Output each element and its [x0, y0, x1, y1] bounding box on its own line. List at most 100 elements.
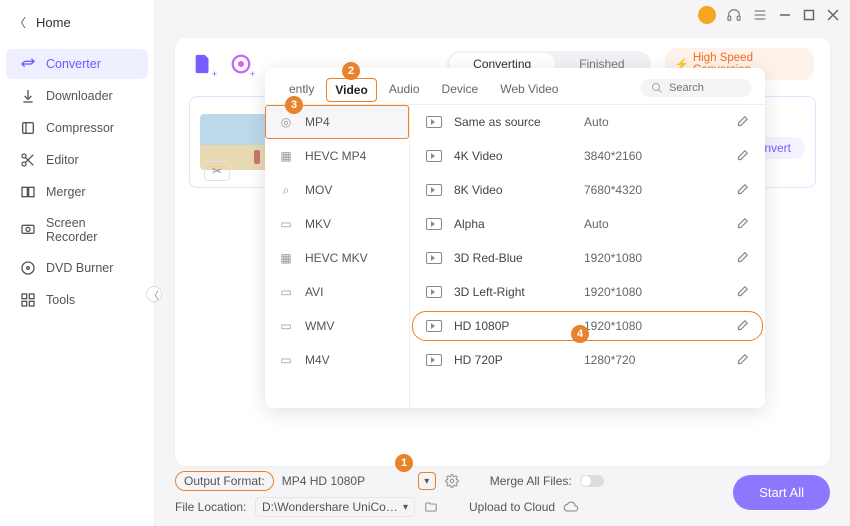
maximize-button[interactable]	[802, 8, 816, 22]
preset-hd-720p[interactable]: HD 720P1280*720	[410, 343, 765, 377]
file-location-label: File Location:	[175, 500, 247, 514]
sidebar-item-label: Converter	[46, 57, 101, 71]
format-search[interactable]	[641, 79, 751, 97]
format-m4v[interactable]: ▭M4V	[265, 343, 409, 377]
edit-icon[interactable]	[735, 285, 749, 299]
cloud-icon[interactable]	[563, 499, 579, 515]
popup-tabs: ently Video Audio Device Web Video	[265, 68, 765, 105]
merge-icon	[20, 184, 36, 200]
merge-label: Merge All Files:	[490, 474, 572, 488]
folder-icon[interactable]	[423, 500, 439, 514]
output-format-label: Output Format:	[175, 471, 274, 491]
video-icon	[426, 150, 442, 162]
preset-3d-red-blue[interactable]: 3D Red-Blue1920*1080	[410, 241, 765, 275]
tab-video[interactable]: Video	[326, 78, 376, 102]
trim-button[interactable]: ✂	[204, 161, 230, 181]
video-icon	[426, 286, 442, 298]
home-button[interactable]: 〈 Home	[0, 6, 154, 39]
edit-icon[interactable]	[735, 149, 749, 163]
record-icon	[20, 222, 36, 238]
home-label: Home	[36, 15, 71, 30]
sidebar-item-screen-recorder[interactable]: Screen Recorder	[6, 209, 148, 251]
tab-web-video[interactable]: Web Video	[490, 76, 568, 104]
video-icon	[426, 320, 442, 332]
film-icon: ▭	[277, 319, 295, 333]
sidebar-nav: Converter Downloader Compressor Editor M…	[0, 49, 154, 315]
video-icon	[426, 218, 442, 230]
edit-icon[interactable]	[735, 183, 749, 197]
edit-icon[interactable]	[735, 251, 749, 265]
annotation-badge-2: 2	[342, 62, 360, 80]
scissors-icon	[20, 152, 36, 168]
film-icon: ▭	[277, 217, 295, 231]
chevron-left-icon: 〈	[14, 14, 26, 31]
preset-4k[interactable]: 4K Video3840*2160	[410, 139, 765, 173]
film-icon: ▦	[277, 251, 295, 265]
sidebar-item-dvd-burner[interactable]: DVD Burner	[6, 253, 148, 283]
preset-same-as-source[interactable]: Same as sourceAuto	[410, 105, 765, 139]
format-avi[interactable]: ▭AVI	[265, 275, 409, 309]
format-wmv[interactable]: ▭WMV	[265, 309, 409, 343]
sidebar-item-merger[interactable]: Merger	[6, 177, 148, 207]
sidebar-item-downloader[interactable]: Downloader	[6, 81, 148, 111]
sidebar-item-converter[interactable]: Converter	[6, 49, 148, 79]
plus-icon: +	[212, 69, 217, 79]
annotation-badge-4: 4	[571, 325, 589, 343]
preset-3d-left-right[interactable]: 3D Left-Right1920*1080	[410, 275, 765, 309]
plus-icon: +	[250, 69, 255, 79]
upload-cloud-label: Upload to Cloud	[469, 500, 555, 514]
gear-icon[interactable]	[444, 474, 460, 488]
add-disc-button[interactable]: +	[229, 51, 253, 77]
sidebar: 〈 Home Converter Downloader Compressor E…	[0, 0, 155, 526]
headset-icon[interactable]	[726, 7, 742, 23]
annotation-badge-3: 3	[285, 96, 303, 114]
video-icon	[426, 116, 442, 128]
preset-list[interactable]: Same as sourceAuto 4K Video3840*2160 8K …	[410, 105, 765, 408]
sidebar-item-label: Tools	[46, 293, 75, 307]
format-mov[interactable]: ⌕MOV	[265, 173, 409, 207]
output-format-value: MP4 HD 1080P	[282, 474, 410, 488]
sidebar-item-tools[interactable]: Tools	[6, 285, 148, 315]
format-list[interactable]: ◎MP4 ▦HEVC MP4 ⌕MOV ▭MKV ▦HEVC MKV ▭AVI …	[265, 105, 410, 408]
sidebar-item-editor[interactable]: Editor	[6, 145, 148, 175]
bottom-bar: 1 Output Format: MP4 HD 1080P ▾ Merge Al…	[175, 468, 830, 520]
close-button[interactable]	[826, 8, 840, 22]
edit-icon[interactable]	[735, 217, 749, 231]
tab-audio[interactable]: Audio	[379, 76, 430, 104]
sidebar-item-label: Editor	[46, 153, 79, 167]
menu-icon[interactable]	[752, 7, 768, 23]
search-icon: ⌕	[277, 183, 295, 197]
sidebar-item-label: DVD Burner	[46, 261, 113, 275]
add-file-button[interactable]: +	[191, 51, 215, 77]
tab-device[interactable]: Device	[432, 76, 489, 104]
video-icon	[426, 184, 442, 196]
grid-icon	[20, 292, 36, 308]
film-icon: ▭	[277, 353, 295, 367]
format-hevc-mp4[interactable]: ▦HEVC MP4	[265, 139, 409, 173]
annotation-badge-1: 1	[395, 454, 413, 472]
merge-toggle[interactable]	[580, 475, 604, 487]
edit-icon[interactable]	[735, 353, 749, 367]
video-icon	[426, 354, 442, 366]
edit-icon[interactable]	[735, 319, 749, 333]
preset-8k[interactable]: 8K Video7680*4320	[410, 173, 765, 207]
file-location-value[interactable]: D:\Wondershare UniConverter 1 ▾	[255, 497, 415, 517]
download-icon	[20, 88, 36, 104]
swap-icon	[20, 56, 36, 72]
sidebar-item-compressor[interactable]: Compressor	[6, 113, 148, 143]
film-icon: ▭	[277, 285, 295, 299]
video-icon	[426, 252, 442, 264]
edit-icon[interactable]	[735, 115, 749, 129]
content-card: + + Converting Finished ⚡ High Speed Con…	[175, 38, 830, 466]
search-icon	[651, 82, 663, 94]
minimize-button[interactable]	[778, 8, 792, 22]
output-format-dropdown[interactable]: ▾	[418, 472, 436, 490]
sidebar-item-label: Compressor	[46, 121, 114, 135]
format-mkv[interactable]: ▭MKV	[265, 207, 409, 241]
format-hevc-mkv[interactable]: ▦HEVC MKV	[265, 241, 409, 275]
search-input[interactable]	[669, 82, 739, 94]
preset-alpha[interactable]: AlphaAuto	[410, 207, 765, 241]
format-popup: ently Video Audio Device Web Video ◎MP4 …	[265, 68, 765, 408]
start-all-button[interactable]: Start All	[733, 475, 830, 510]
avatar[interactable]	[698, 6, 716, 24]
